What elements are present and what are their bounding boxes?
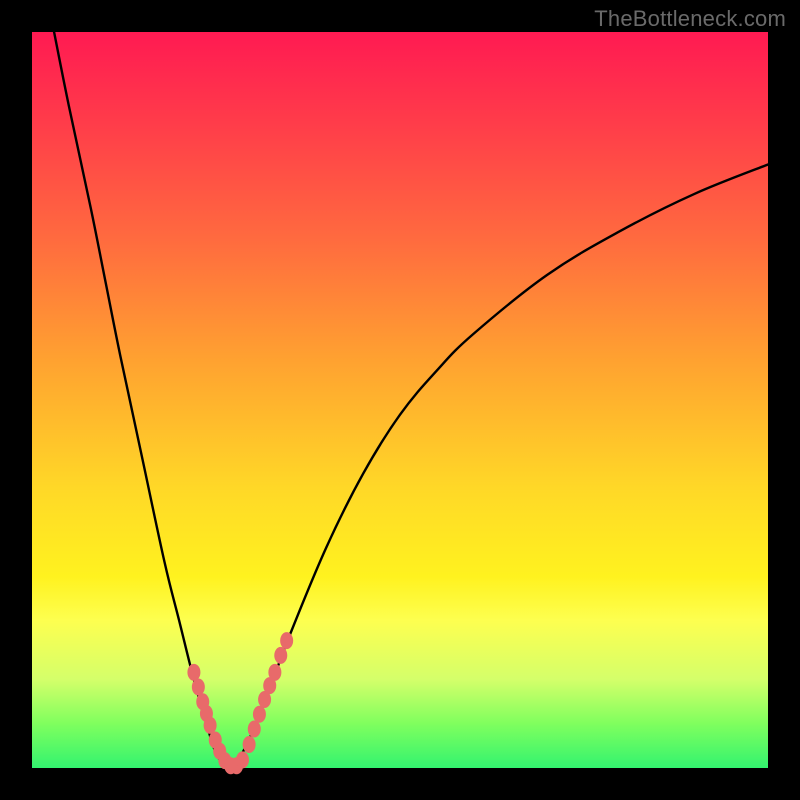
bead-marker	[248, 720, 261, 737]
bead-group	[187, 632, 293, 774]
chart-frame: TheBottleneck.com	[0, 0, 800, 800]
bead-marker	[192, 679, 205, 696]
bead-marker	[243, 736, 256, 753]
bead-marker	[280, 632, 293, 649]
bead-marker	[187, 664, 200, 681]
bead-marker	[274, 647, 287, 664]
bead-marker	[236, 751, 249, 768]
bead-marker	[204, 717, 217, 734]
bead-marker	[268, 664, 281, 681]
bead-marker	[253, 706, 266, 723]
curves-svg	[32, 32, 768, 768]
plot-area	[32, 32, 768, 768]
right-curve	[231, 164, 768, 768]
watermark-text: TheBottleneck.com	[594, 6, 786, 32]
left-curve	[54, 32, 231, 768]
